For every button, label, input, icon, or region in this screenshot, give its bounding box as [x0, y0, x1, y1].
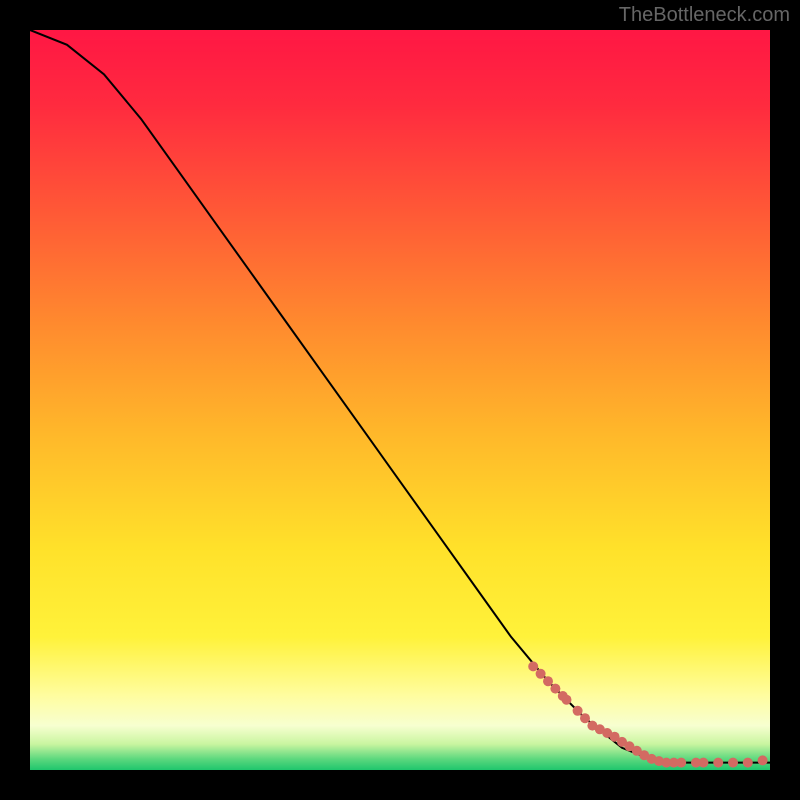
highlight-dot — [676, 758, 686, 768]
highlight-dot — [573, 706, 583, 716]
highlight-dot — [580, 713, 590, 723]
highlight-dot — [758, 755, 768, 765]
highlight-dot — [543, 676, 553, 686]
highlight-dot — [536, 669, 546, 679]
highlight-dot — [528, 661, 538, 671]
watermark-label: TheBottleneck.com — [619, 4, 790, 27]
highlight-dot — [562, 695, 572, 705]
highlight-points-group — [528, 661, 767, 767]
highlight-dot — [698, 758, 708, 768]
chart-curve-layer — [30, 30, 770, 770]
chart-plot-area — [30, 30, 770, 770]
highlight-dot — [743, 758, 753, 768]
highlight-dot — [713, 758, 723, 768]
bottleneck-curve — [30, 30, 770, 763]
highlight-dot — [728, 758, 738, 768]
highlight-dot — [550, 684, 560, 694]
